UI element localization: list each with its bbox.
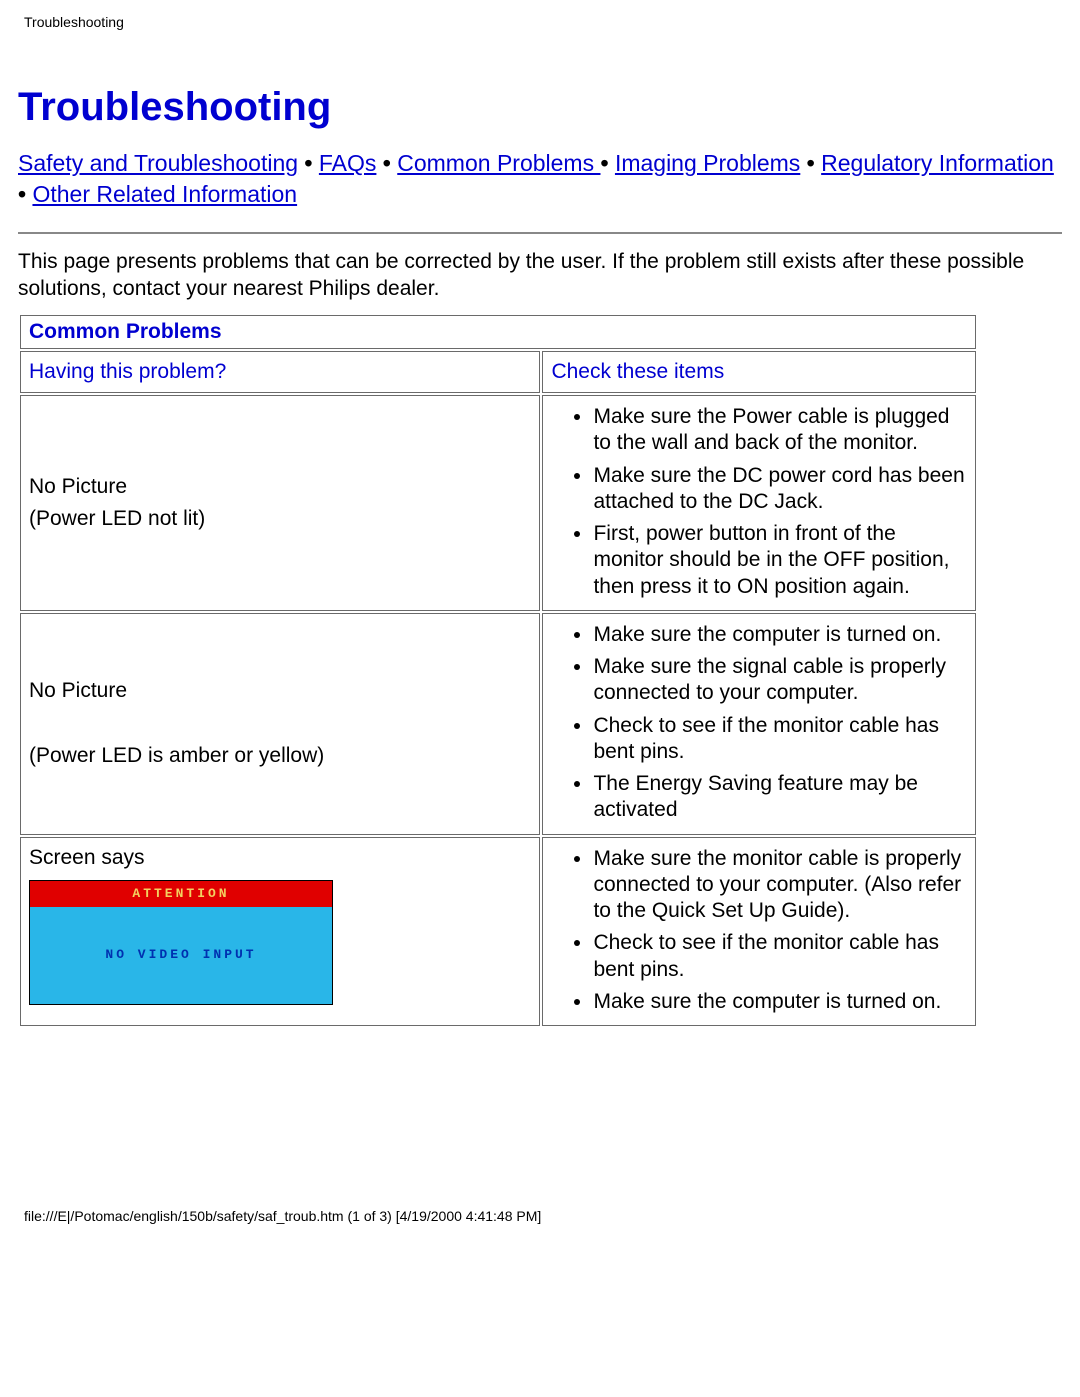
list-item: Make sure the Power cable is plugged to … — [593, 404, 967, 457]
check-list: Make sure the Power cable is plugged to … — [551, 404, 967, 600]
nav-sep: • — [18, 181, 32, 207]
list-item: Make sure the signal cable is properly c… — [593, 654, 967, 707]
nav-link-imaging[interactable]: Imaging Problems — [615, 150, 800, 176]
attention-body: NO VIDEO INPUT — [30, 907, 332, 1003]
problem-cell: No Picture (Power LED not lit) — [20, 395, 540, 611]
check-list: Make sure the monitor cable is properly … — [551, 846, 967, 1016]
col1-header: Having this problem? — [20, 351, 540, 394]
list-item: Make sure the computer is turned on. — [593, 989, 967, 1015]
table-row: No Picture (Power LED not lit) Make sure… — [20, 395, 976, 611]
nav-link-regulatory[interactable]: Regulatory Information — [821, 150, 1054, 176]
list-item: Make sure the computer is turned on. — [593, 622, 967, 648]
col2-header: Check these items — [542, 351, 976, 394]
check-cell: Make sure the Power cable is plugged to … — [542, 395, 976, 611]
problem-line1: No Picture — [29, 475, 127, 498]
list-item: Check to see if the monitor cable has be… — [593, 930, 967, 983]
breadcrumb-nav: Safety and Troubleshooting • FAQs • Comm… — [18, 148, 1062, 210]
nav-sep: • — [800, 150, 821, 176]
nav-sep: • — [376, 150, 397, 176]
problem-cell: Screen says ATTENTION NO VIDEO INPUT — [20, 837, 540, 1027]
problem-line1: Screen says — [29, 846, 145, 869]
problem-cell: No Picture (Power LED is amber or yellow… — [20, 613, 540, 835]
table-header-row: Having this problem? Check these items — [20, 351, 976, 394]
intro-paragraph: This page presents problems that can be … — [18, 248, 1062, 303]
page-title: Troubleshooting — [18, 85, 1062, 130]
check-cell: Make sure the monitor cable is properly … — [542, 837, 976, 1027]
section-title-cell: Common Problems — [20, 315, 976, 349]
list-item: First, power button in front of the moni… — [593, 521, 967, 600]
attention-box: ATTENTION NO VIDEO INPUT — [29, 880, 333, 1004]
problem-line2: (Power LED is amber or yellow) — [29, 744, 324, 767]
nav-sep: • — [600, 150, 614, 176]
list-item: Make sure the monitor cable is properly … — [593, 846, 967, 925]
section-divider — [18, 232, 1062, 234]
table-section-row: Common Problems — [20, 315, 976, 349]
list-item: Make sure the DC power cord has been att… — [593, 463, 967, 516]
nav-link-common[interactable]: Common Problems — [397, 150, 600, 176]
problem-line1: No Picture — [29, 679, 127, 702]
list-item: The Energy Saving feature may be activat… — [593, 771, 967, 824]
page-header-label: Troubleshooting — [24, 14, 1062, 30]
table-row: No Picture (Power LED is amber or yellow… — [20, 613, 976, 835]
nav-link-faqs[interactable]: FAQs — [319, 150, 377, 176]
page-footer-path: file:///E|/Potomac/english/150b/safety/s… — [24, 1208, 1062, 1224]
nav-sep: • — [298, 150, 319, 176]
nav-link-other[interactable]: Other Related Information — [32, 181, 297, 207]
nav-link-safety[interactable]: Safety and Troubleshooting — [18, 150, 298, 176]
list-item: Check to see if the monitor cable has be… — [593, 713, 967, 766]
check-list: Make sure the computer is turned on. Mak… — [551, 622, 967, 824]
problem-line2: (Power LED not lit) — [29, 507, 205, 530]
troubleshooting-table: Common Problems Having this problem? Che… — [18, 313, 978, 1029]
attention-header: ATTENTION — [30, 881, 332, 907]
table-row: Screen says ATTENTION NO VIDEO INPUT Mak… — [20, 837, 976, 1027]
check-cell: Make sure the computer is turned on. Mak… — [542, 613, 976, 835]
